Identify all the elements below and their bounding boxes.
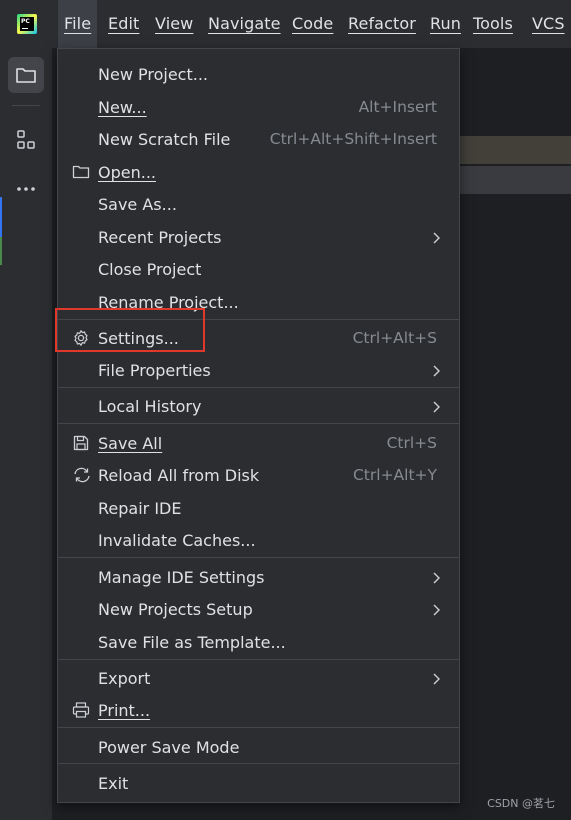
editor-edge-marker — [0, 197, 2, 237]
menu-separator — [58, 727, 459, 728]
menu-item-label: New Scratch File — [98, 130, 231, 149]
ide-window: PC File Edit View Navigate Code Refactor… — [0, 0, 571, 820]
menu-item-repair-ide[interactable]: Repair IDE — [58, 492, 459, 524]
menu-item-label: File Properties — [98, 361, 211, 380]
menu-item-shortcut: Ctrl+S — [386, 434, 437, 452]
pycharm-logo-icon: PC — [17, 14, 37, 34]
menu-tools[interactable]: Tools — [473, 0, 513, 48]
menu-item-label: Save As... — [98, 195, 177, 214]
menu-item-new-project[interactable]: New Project... — [58, 58, 459, 90]
menu-view[interactable]: View — [155, 0, 193, 48]
menu-item-label: Open... — [98, 163, 156, 182]
editor-highlight-line — [460, 136, 571, 164]
menu-item-label: Manage IDE Settings — [98, 568, 265, 587]
menu-item-label: Invalidate Caches... — [98, 531, 256, 550]
menu-item-print[interactable]: Print... — [58, 694, 459, 726]
menu-item-recent-projects[interactable]: Recent Projects — [58, 221, 459, 253]
menu-item-shortcut: Alt+Insert — [358, 98, 437, 116]
chevron-right-icon — [431, 602, 441, 621]
editor-edge-marker — [0, 237, 2, 265]
file-menu-dropdown: New Project... New... Alt+Insert New Scr… — [57, 48, 460, 803]
menubar: PC File Edit View Navigate Code Refactor… — [0, 0, 571, 49]
menu-item-label: Exit — [98, 774, 129, 793]
folder-icon — [72, 163, 90, 181]
menu-item-save-all[interactable]: Save All Ctrl+S — [58, 427, 459, 459]
menu-item-label: Reload All from Disk — [98, 466, 260, 485]
settings-highlight-box — [55, 308, 205, 352]
menu-item-label: New Projects Setup — [98, 600, 253, 619]
menu-item-exit[interactable]: Exit — [58, 767, 459, 799]
chevron-right-icon — [431, 399, 441, 418]
menu-item-shortcut: Ctrl+Alt+S — [352, 329, 437, 347]
chevron-right-icon — [431, 570, 441, 589]
menu-item-open[interactable]: Open... — [58, 156, 459, 188]
menu-run[interactable]: Run — [430, 0, 461, 48]
menu-item-label: Repair IDE — [98, 499, 182, 518]
menu-navigate[interactable]: Navigate — [208, 0, 281, 48]
left-toolstrip — [0, 48, 53, 820]
menu-item-label: Save File as Template... — [98, 633, 286, 652]
menu-item-power-save-mode[interactable]: Power Save Mode — [58, 731, 459, 763]
menu-item-label: New... — [98, 98, 147, 117]
menu-item-manage-ide-settings[interactable]: Manage IDE Settings — [58, 561, 459, 593]
chevron-right-icon — [431, 671, 441, 690]
menu-item-label: Save All — [98, 434, 163, 453]
menu-item-close-project[interactable]: Close Project — [58, 253, 459, 285]
chevron-right-icon — [431, 230, 441, 249]
menu-item-reload-all-from-disk[interactable]: Reload All from Disk Ctrl+Alt+Y — [58, 459, 459, 491]
menu-item-invalidate-caches[interactable]: Invalidate Caches... — [58, 524, 459, 556]
reload-icon — [72, 466, 90, 484]
menu-item-label: Power Save Mode — [98, 738, 240, 757]
menu-separator — [58, 659, 459, 660]
menu-item-shortcut: Ctrl+Alt+Y — [352, 466, 437, 484]
project-folder-icon[interactable] — [8, 57, 44, 93]
save-icon — [72, 434, 90, 452]
more-icon[interactable] — [8, 171, 44, 207]
menu-item-label: Export — [98, 669, 151, 688]
toolstrip-divider — [12, 105, 40, 106]
menu-separator — [58, 387, 459, 388]
menu-item-save-as[interactable]: Save As... — [58, 188, 459, 220]
editor-highlight-line — [460, 166, 571, 194]
structure-icon[interactable] — [8, 122, 44, 158]
chevron-right-icon — [431, 363, 441, 382]
menu-separator — [58, 557, 459, 558]
menu-vcs[interactable]: VCS — [532, 0, 565, 48]
menu-item-label: Close Project — [98, 260, 202, 279]
menu-item-save-file-as-template[interactable]: Save File as Template... — [58, 626, 459, 658]
menu-item-label: New Project... — [98, 65, 208, 84]
menu-item-label: Recent Projects — [98, 228, 222, 247]
menu-separator — [58, 423, 459, 424]
menu-item-shortcut: Ctrl+Alt+Shift+Insert — [269, 130, 437, 148]
menu-item-new-scratch-file[interactable]: New Scratch File Ctrl+Alt+Shift+Insert — [58, 123, 459, 155]
menu-item-file-properties[interactable]: File Properties — [58, 354, 459, 386]
menu-edit[interactable]: Edit — [108, 0, 139, 48]
printer-icon — [72, 701, 90, 719]
menu-item-label: Local History — [98, 397, 202, 416]
menu-code[interactable]: Code — [292, 0, 333, 48]
menu-file[interactable]: File — [58, 0, 98, 48]
logo-text: PC — [21, 18, 30, 25]
menu-separator — [58, 763, 459, 764]
menu-refactor[interactable]: Refactor — [348, 0, 416, 48]
watermark: CSDN @茗七 — [487, 797, 555, 810]
menu-item-new[interactable]: New... Alt+Insert — [58, 91, 459, 123]
menu-item-export[interactable]: Export — [58, 662, 459, 694]
menu-item-local-history[interactable]: Local History — [58, 390, 459, 422]
menu-item-label: Print... — [98, 701, 151, 720]
menu-item-new-projects-setup[interactable]: New Projects Setup — [58, 593, 459, 625]
